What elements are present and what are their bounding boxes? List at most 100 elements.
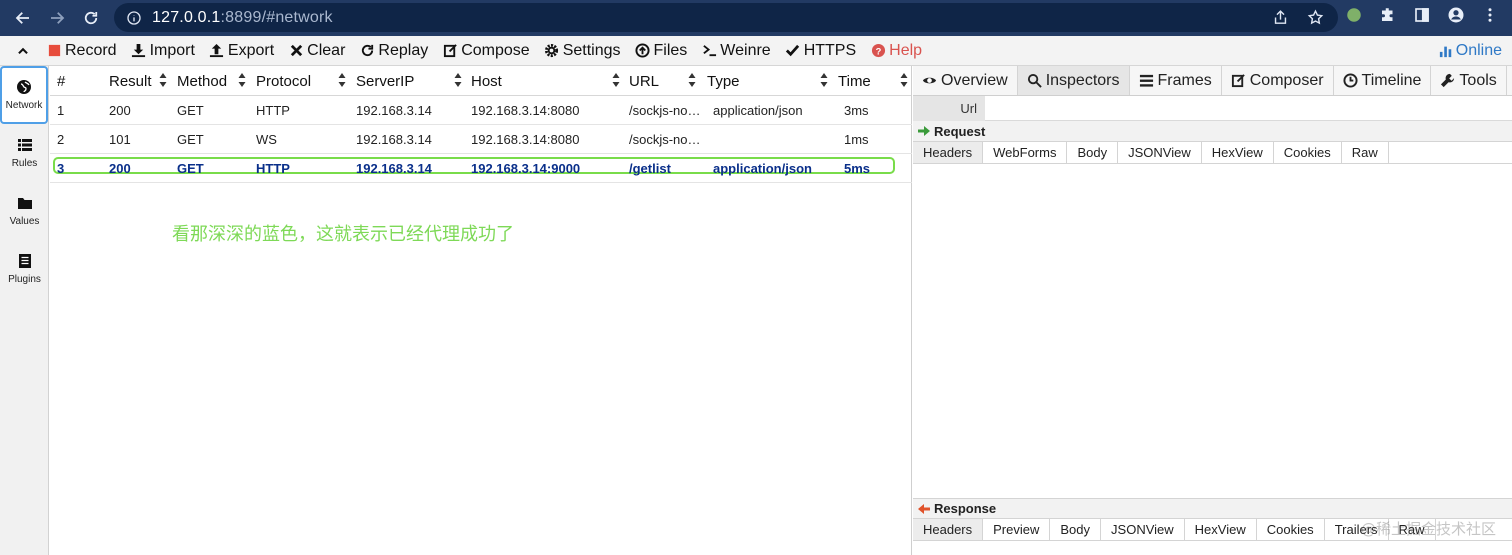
reload-button[interactable] xyxy=(74,1,108,35)
col-header-num[interactable]: # xyxy=(57,66,65,96)
browser-bar: 127.0.0.1:8899/#network xyxy=(0,0,1512,36)
col-header-protocol[interactable]: Protocol xyxy=(256,66,311,96)
forward-arrow-icon xyxy=(51,12,65,24)
col-header-host[interactable]: Host xyxy=(471,66,502,96)
cell-protocol: HTTP xyxy=(256,103,290,118)
info-icon[interactable] xyxy=(126,10,142,26)
request-tab-body[interactable]: Body xyxy=(1067,142,1119,163)
sort-icon[interactable] xyxy=(820,72,828,88)
whistle-toolbar: Record Import Export Clear Replay Compos… xyxy=(0,36,1512,66)
address-bar[interactable]: 127.0.0.1:8899/#network xyxy=(114,3,1338,32)
export-button[interactable]: Export xyxy=(209,42,274,60)
profile-extension-icon[interactable] xyxy=(1344,5,1364,25)
col-header-protocol-label: Protocol xyxy=(256,72,312,90)
request-tab-jsonview[interactable]: JSONView xyxy=(1118,142,1202,163)
bookmark-star-icon[interactable] xyxy=(1307,9,1324,26)
response-tab-hexview[interactable]: HexView xyxy=(1185,519,1257,540)
request-tab-headers[interactable]: Headers xyxy=(913,142,984,163)
request-tab-hexview[interactable]: HexView xyxy=(1202,142,1274,163)
svg-text:?: ? xyxy=(875,46,881,56)
export-label: Export xyxy=(227,41,275,59)
sort-icon[interactable] xyxy=(238,72,246,88)
record-button[interactable]: Record xyxy=(46,42,117,60)
sort-icon[interactable] xyxy=(688,72,696,88)
replay-button[interactable]: Replay xyxy=(359,42,428,60)
share-icon[interactable] xyxy=(1272,9,1289,26)
cell-type: application/json xyxy=(713,161,812,176)
tab-overview[interactable]: Overview xyxy=(913,66,1018,95)
files-button[interactable]: Files xyxy=(635,42,687,60)
tab-inspectors-label: Inspectors xyxy=(1045,71,1120,89)
col-header-time-label: Time xyxy=(838,72,871,90)
sort-icon[interactable] xyxy=(612,72,620,88)
request-tab-webforms[interactable]: WebForms xyxy=(983,142,1068,163)
gear-icon xyxy=(544,43,560,59)
col-header-url[interactable]: URL xyxy=(629,66,659,96)
sidepanel-icon[interactable] xyxy=(1412,5,1432,25)
network-grid: # Result Method Protocol ServerIP Host U… xyxy=(50,66,912,555)
sidebar-label-values: Values xyxy=(9,216,40,227)
col-header-url-label: URL xyxy=(629,72,660,90)
col-header-result-label: Result xyxy=(109,72,152,90)
help-label: Help xyxy=(889,41,923,59)
sort-icon[interactable] xyxy=(454,72,462,88)
tab-tools-label: Tools xyxy=(1459,71,1497,89)
col-header-serverip[interactable]: ServerIP xyxy=(356,66,414,96)
col-header-type[interactable]: Type xyxy=(707,66,740,96)
cell-num: 3 xyxy=(57,161,65,176)
table-row[interactable]: 2 101 GET WS 192.168.3.14 192.168.3.14:8… xyxy=(50,125,912,154)
tab-frames[interactable]: Frames xyxy=(1130,66,1222,95)
settings-button[interactable]: Settings xyxy=(544,42,621,60)
response-tab-preview[interactable]: Preview xyxy=(983,519,1051,540)
col-header-result[interactable]: Result xyxy=(109,66,152,96)
kebab-menu-icon[interactable] xyxy=(1480,5,1500,25)
import-button[interactable]: Import xyxy=(131,42,195,60)
tab-composer[interactable]: Composer xyxy=(1222,66,1334,95)
col-header-time[interactable]: Time xyxy=(838,66,871,96)
response-tab-cookies[interactable]: Cookies xyxy=(1257,519,1325,540)
sort-icon[interactable] xyxy=(159,72,167,88)
https-button[interactable]: HTTPS xyxy=(785,42,856,60)
eye-icon xyxy=(922,77,937,84)
sidebar-item-rules[interactable]: Rules xyxy=(0,124,49,182)
request-subtabs: Headers WebForms Body JSONView HexView C… xyxy=(913,141,1512,164)
url-label: Url xyxy=(913,95,985,121)
cell-host: 192.168.3.14:8080 xyxy=(471,103,580,118)
puzzle-icon[interactable] xyxy=(1378,5,1398,25)
account-icon[interactable] xyxy=(1446,5,1466,25)
back-button[interactable] xyxy=(6,1,40,35)
sidebar-item-values[interactable]: Values xyxy=(0,182,49,240)
compose-button[interactable]: Compose xyxy=(442,42,530,60)
request-tab-raw[interactable]: Raw xyxy=(1342,142,1389,163)
table-row[interactable]: 1 200 GET HTTP 192.168.3.14 192.168.3.14… xyxy=(50,96,912,125)
cell-result: 101 xyxy=(109,132,131,147)
tab-tools[interactable]: Tools xyxy=(1431,66,1507,95)
record-icon xyxy=(46,43,62,59)
forward-button[interactable] xyxy=(40,1,74,35)
col-header-num-label: # xyxy=(57,72,66,90)
sidebar-item-plugins[interactable]: Plugins xyxy=(0,240,49,298)
sort-icon[interactable] xyxy=(338,72,346,88)
response-tab-jsonview[interactable]: JSONView xyxy=(1101,519,1185,540)
response-tab-body[interactable]: Body xyxy=(1050,519,1102,540)
request-tab-cookies[interactable]: Cookies xyxy=(1274,142,1342,163)
response-tab-headers[interactable]: Headers xyxy=(913,519,984,540)
address-host: 127.0.0.1 xyxy=(152,8,221,26)
sidebar-item-network[interactable]: Network xyxy=(0,66,48,124)
tab-timeline[interactable]: Timeline xyxy=(1334,66,1432,95)
help-button[interactable]: ? Help xyxy=(870,42,922,60)
collapse-button[interactable] xyxy=(0,44,46,58)
detail-panel: Overview Inspectors Frames Composer Time… xyxy=(913,66,1512,555)
tab-timeline-label: Timeline xyxy=(1361,71,1422,89)
cell-serverip: 192.168.3.14 xyxy=(356,161,432,176)
tab-inspectors[interactable]: Inspectors xyxy=(1017,66,1130,95)
col-header-method[interactable]: Method xyxy=(177,66,227,96)
tabs-more-button[interactable] xyxy=(1507,66,1512,95)
cell-method: GET xyxy=(177,161,204,176)
weinre-button[interactable]: Weinre xyxy=(701,42,771,60)
online-status[interactable]: Online xyxy=(1439,42,1502,60)
table-row-selected[interactable]: 3 200 GET HTTP 192.168.3.14 192.168.3.14… xyxy=(50,154,912,183)
sort-icon[interactable] xyxy=(900,72,908,88)
clear-button[interactable]: Clear xyxy=(288,42,345,60)
question-circle-icon: ? xyxy=(870,43,886,59)
